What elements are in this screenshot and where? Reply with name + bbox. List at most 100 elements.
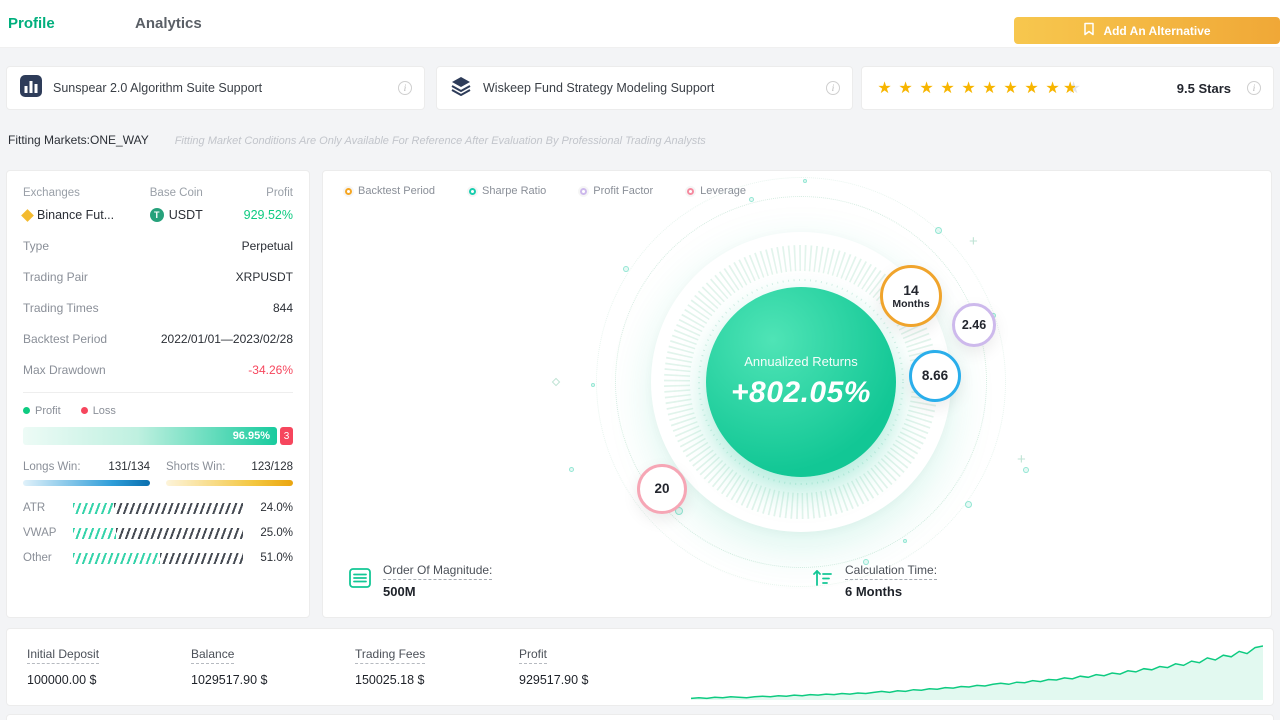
weight-row-vwap: VWAP 25.0%	[23, 527, 293, 539]
gauge-panel: Backtest Period Sharpe Ratio Profit Fact…	[322, 170, 1272, 618]
calculation-time: Calculation Time: 6 Months	[809, 561, 938, 599]
divider	[23, 392, 293, 393]
summary-row-backtest-period: Backtest Period 2022/01/01—2023/02/28	[23, 332, 293, 346]
feature-card-title: Wiskeep Fund Strategy Modeling Support	[483, 81, 715, 95]
order-of-magnitude-label[interactable]: Order Of Magnitude:	[383, 563, 493, 580]
half-star-icon: ★ ★	[1063, 80, 1081, 97]
order-of-magnitude: Order Of Magnitude: 500M	[347, 561, 493, 599]
star-rating: ★ ★ ★ ★ ★ ★ ★ ★ ★ ★ ★	[874, 78, 1084, 98]
summary-panel: Exchanges Binance Fut... Base Coin USDT …	[6, 170, 310, 618]
legend-dot-icon	[580, 187, 588, 195]
base-coin-value: USDT	[168, 208, 203, 222]
profit-value: 929.52%	[243, 208, 293, 222]
feature-card-fund-strategy: Wiskeep Fund Strategy Modeling Support	[436, 66, 853, 110]
info-icon[interactable]	[1247, 81, 1261, 95]
vwap-bar	[73, 527, 243, 539]
star-icon: ★	[961, 80, 976, 97]
atr-bar	[73, 502, 243, 514]
stars-label: 9.5 Stars	[1176, 80, 1231, 96]
decor-dot	[803, 179, 807, 183]
bookmark-icon	[1083, 22, 1095, 39]
equity-sparkline	[691, 640, 1263, 702]
feature-card-algorithm: Sunspear 2.0 Algorithm Suite Support	[6, 66, 425, 110]
top-bar: Profile Analytics Add An Alternative	[0, 0, 1280, 48]
order-of-magnitude-value: 500M	[383, 584, 416, 599]
decor-dot	[965, 501, 972, 508]
star-icon: ★	[982, 80, 997, 97]
stat-profit: Profit 929517.90 $	[519, 647, 589, 687]
weight-row-other: Other 51.0%	[23, 552, 293, 564]
decor-dot	[935, 227, 942, 234]
exchanges-value: Binance Fut...	[37, 208, 115, 222]
shorts-win-value: 123/128	[251, 461, 293, 473]
decor-plus	[1017, 451, 1026, 468]
profit-label: Profit	[266, 187, 293, 199]
decor-dot	[623, 266, 629, 272]
gauge-title: Annualized Returns	[744, 354, 858, 369]
next-section-edge	[6, 714, 1274, 720]
shorts-win: Shorts Win: 123/128	[166, 461, 293, 486]
calculation-time-label[interactable]: Calculation Time:	[845, 563, 938, 580]
info-icon[interactable]	[826, 81, 840, 95]
decor-diamond	[551, 377, 561, 387]
stat-initial-deposit: Initial Deposit 100000.00 $	[27, 647, 100, 687]
other-bar	[73, 552, 243, 564]
win-rates: Longs Win: 131/134 Shorts Win: 123/128	[23, 461, 293, 486]
equity-area	[691, 646, 1263, 700]
loss-legend-label: Loss	[92, 405, 116, 417]
stat-balance: Balance 1029517.90 $	[191, 647, 268, 687]
legend-profit-factor[interactable]: Profit Factor	[580, 185, 653, 197]
weight-row-atr: ATR 24.0%	[23, 502, 293, 514]
legend-dot-icon	[469, 187, 477, 195]
feature-card-title: Sunspear 2.0 Algorithm Suite Support	[53, 81, 263, 95]
profit-bar-segment: 96.95%	[23, 427, 277, 445]
profit-legend-label: Profit	[35, 405, 61, 417]
binance-icon	[21, 208, 34, 222]
magnitude-icon	[347, 565, 373, 596]
sharpe-ratio-badge: 8.66	[909, 350, 961, 402]
legend-dot-icon	[345, 187, 352, 195]
exchanges-label: Exchanges	[23, 187, 80, 199]
gauge-legend: Backtest Period Sharpe Ratio Profit Fact…	[345, 185, 746, 197]
indicator-weights: ATR 24.0% VWAP 25.0% Other 51.0%	[23, 502, 293, 564]
star-icon: ★	[1003, 80, 1018, 97]
annualized-returns-gauge: Annualized Returns +802.05%	[706, 287, 896, 477]
fitting-markets-label: Fitting Markets:ONE_WAY	[8, 133, 149, 147]
summary-row-type: Type Perpetual	[23, 239, 293, 253]
star-icon: ★	[877, 80, 892, 97]
profit-factor-badge: 2.46	[952, 303, 996, 347]
add-alternative-button[interactable]: Add An Alternative	[1014, 17, 1280, 44]
summary-row-max-drawdown: Max Drawdown -34.26%	[23, 363, 293, 377]
loss-bar-segment: 3	[280, 427, 293, 445]
gauge-value: +802.05%	[731, 376, 871, 409]
fitting-markets-note: Fitting Market Conditions Are Only Avail…	[174, 135, 706, 147]
bar-chart-icon	[19, 74, 43, 103]
loss-dot-icon	[80, 407, 88, 414]
decor-dot	[903, 539, 907, 543]
base-coin-label: Base Coin	[149, 187, 203, 199]
longs-win: Longs Win: 131/134	[23, 461, 150, 486]
decor-dot	[591, 383, 595, 387]
decor-dot	[749, 197, 754, 202]
backtest-months-badge: 14 Months	[880, 265, 942, 327]
legend-dot-icon	[687, 187, 695, 195]
add-alternative-label: Add An Alternative	[1103, 23, 1211, 38]
star-icon: ★	[1045, 80, 1060, 97]
decor-dot	[569, 467, 574, 472]
fitting-row: Fitting Markets:ONE_WAY Fitting Market C…	[8, 133, 706, 147]
leverage-badge: 20	[637, 464, 687, 514]
tab-analytics[interactable]: Analytics	[135, 0, 202, 48]
profit-loss-legend: Profit Loss	[23, 405, 293, 417]
longs-win-value: 131/134	[108, 461, 150, 473]
summary-row-trading-pair: Trading Pair XRPUSDT	[23, 270, 293, 284]
legend-backtest-period[interactable]: Backtest Period	[345, 185, 435, 197]
longs-win-label: Longs Win:	[23, 461, 81, 473]
tab-profile[interactable]: Profile	[8, 0, 55, 48]
summary-row-trading-times: Trading Times 844	[23, 301, 293, 315]
calculation-time-value: 6 Months	[845, 584, 903, 599]
legend-sharpe-ratio[interactable]: Sharpe Ratio	[469, 185, 546, 197]
longs-win-bar	[23, 480, 150, 486]
layers-icon	[449, 74, 473, 103]
account-summary-panel: Initial Deposit 100000.00 $ Balance 1029…	[6, 628, 1274, 706]
info-icon[interactable]	[398, 81, 412, 95]
